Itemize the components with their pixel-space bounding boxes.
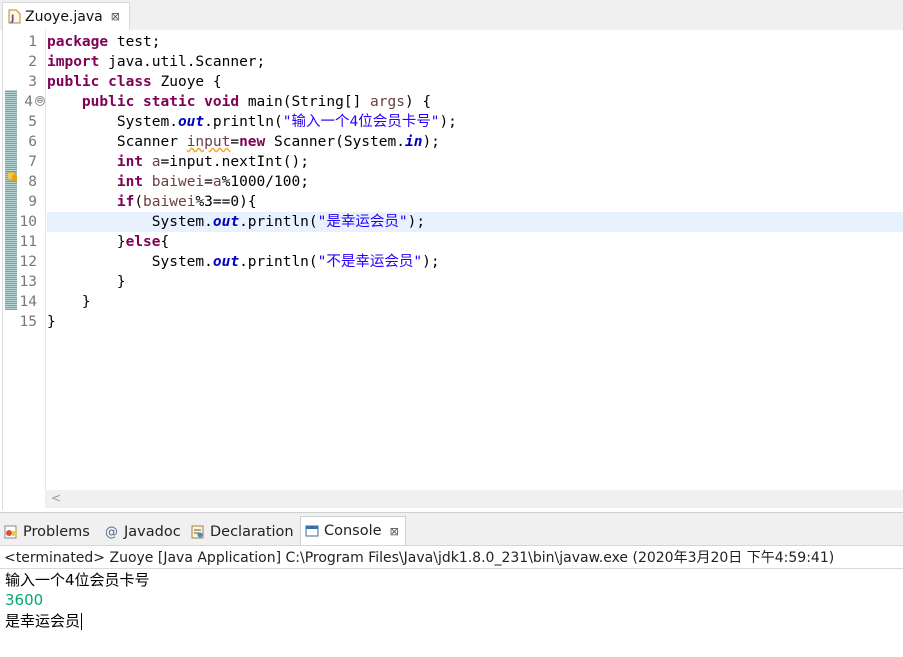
code-editor[interactable]: 1 2 3 4 5 6 7 8 9 10 11 12 13 14 15 ⊖ pa… (2, 30, 903, 510)
line-number: 10 (19, 214, 37, 230)
tab-label: Declaration (210, 524, 294, 540)
close-icon[interactable]: ⊠ (390, 525, 399, 538)
line-number: 7 (28, 154, 37, 170)
close-icon[interactable]: ⊠ (111, 10, 120, 23)
line-number: 9 (28, 194, 37, 210)
console-line: 3600 (5, 591, 44, 609)
line-number: 3 (28, 74, 37, 90)
line-number: 13 (19, 274, 37, 290)
code-text-area[interactable]: package test; import java.util.Scanner; … (47, 30, 903, 490)
code-line: }else{ (116, 234, 170, 250)
editor-tab-bar: J Zuoye.java ⊠ (0, 0, 903, 30)
line-number: 2 (28, 54, 37, 70)
horizontal-scrollbar[interactable]: < (45, 490, 903, 508)
line-number: 11 (19, 234, 37, 250)
tab-label: Console (324, 523, 382, 539)
code-line: public static void main(String[] args) { (81, 94, 432, 110)
declaration-icon (191, 525, 205, 539)
code-line: if(baiwei%3==0){ (116, 194, 257, 210)
line-number: 4 (24, 94, 33, 110)
editor-tab-label: Zuoye.java (25, 8, 103, 25)
warning-marker-icon[interactable] (6, 166, 17, 181)
code-line: public class Zuoye { (47, 74, 222, 90)
line-number: 1 (28, 34, 37, 50)
code-line: System.out.println("不是幸运会员"); (151, 254, 440, 270)
line-number: 12 (19, 254, 37, 270)
code-line: int baiwei=a%1000/100; (116, 174, 309, 190)
line-number: 14 (19, 294, 37, 310)
collapse-icon[interactable]: ⊖ (35, 96, 45, 106)
code-line: System.out.println("输入一个4位会员卡号"); (116, 114, 457, 130)
quick-diff-change-bar (5, 90, 17, 310)
code-line: int a=input.nextInt(); (116, 154, 309, 170)
text-caret (81, 613, 83, 630)
tab-problems[interactable]: Problems (4, 519, 90, 545)
line-number: 15 (19, 314, 37, 330)
code-line: Scanner input=new Scanner(System.in); (116, 134, 440, 150)
code-line: } (47, 314, 56, 330)
bottom-panel: Problems @ Javadoc Declaration Console ⊠… (0, 512, 903, 657)
tab-label: Javadoc (124, 524, 181, 540)
editor-tab-zuoye-java[interactable]: J Zuoye.java ⊠ (2, 2, 130, 30)
code-line-current: System.out.println("是幸运会员"); (47, 212, 903, 232)
console-output[interactable]: 输入一个4位会员卡号 3600 是幸运会员 (0, 569, 903, 657)
code-line: import java.util.Scanner; (47, 54, 266, 70)
problems-icon (4, 525, 18, 539)
scroll-left-icon[interactable]: < (51, 491, 61, 505)
at-icon: @ (105, 524, 118, 540)
console-icon (305, 524, 319, 538)
code-line: package test; (47, 34, 161, 50)
console-line: 输入一个4位会员卡号 (5, 571, 150, 589)
tab-declaration[interactable]: Declaration (191, 519, 294, 545)
tab-console[interactable]: Console ⊠ (300, 516, 406, 545)
java-file-icon: J (8, 9, 21, 24)
code-line: } (47, 294, 91, 310)
line-number: 6 (28, 134, 37, 150)
tab-label: Problems (23, 524, 90, 540)
tab-javadoc[interactable]: @ Javadoc (105, 519, 181, 545)
svg-text:J: J (10, 14, 14, 24)
panel-tab-bar: Problems @ Javadoc Declaration Console ⊠ (0, 513, 903, 546)
line-number: 5 (28, 114, 37, 130)
code-line: } (47, 274, 126, 290)
console-process-description: <terminated> Zuoye [Java Application] C:… (0, 547, 903, 569)
console-line-last: 是幸运会员 (5, 612, 83, 630)
line-number: 8 (28, 174, 37, 190)
